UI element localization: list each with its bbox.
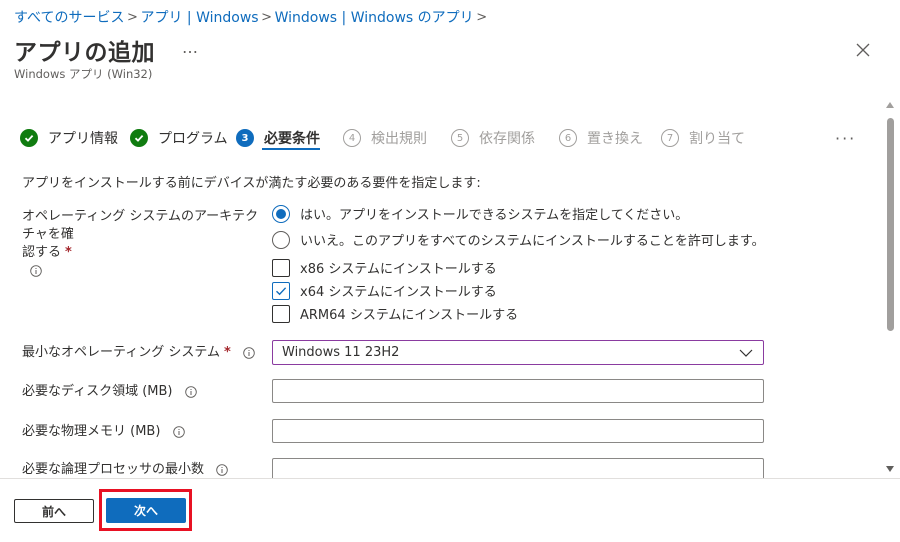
required-asterisk: * <box>223 345 231 360</box>
x64-checkbox[interactable] <box>272 281 290 300</box>
architecture-label: オペレーティング システムのアーキテクチャを確 認する * <box>22 208 262 280</box>
close-icon[interactable] <box>851 38 875 62</box>
min-processors-label: 必要な論理プロセッサの最小数 <box>22 461 228 479</box>
step-number-6: 6 <box>559 129 577 147</box>
previous-button[interactable]: 前へ <box>14 499 94 523</box>
chevron-down-icon <box>739 347 753 362</box>
next-button[interactable]: 次へ <box>106 498 186 523</box>
tab-assignments[interactable]: 7 割り当て <box>661 128 745 148</box>
more-options-button[interactable]: … <box>182 38 199 57</box>
info-icon[interactable] <box>184 385 197 398</box>
min-os-label: 最小なオペレーティング システム * <box>22 344 255 362</box>
step-label: 置き換え <box>587 131 643 147</box>
step-label: 依存関係 <box>479 131 535 147</box>
required-asterisk: * <box>65 245 72 260</box>
scrollbar-thumb[interactable] <box>887 118 894 331</box>
step-label: 割り当て <box>689 131 745 147</box>
min-processors-input[interactable] <box>272 458 764 480</box>
physical-memory-label: 必要な物理メモリ (MB) <box>22 423 185 441</box>
x86-checkbox-row[interactable]: x86 システムにインストールする <box>272 258 497 277</box>
step-number-3: 3 <box>236 129 254 147</box>
checkmark-circle-icon <box>20 129 38 147</box>
tab-supersedence[interactable]: 6 置き換え <box>559 128 643 148</box>
step-label: 必要条件 <box>264 131 320 147</box>
active-step-indicator <box>262 148 320 150</box>
arm64-checkbox[interactable] <box>272 304 290 323</box>
breadcrumb: すべてのサービス > アプリ | Windows > Windows | Win… <box>14 7 490 27</box>
tab-program[interactable]: プログラム <box>130 128 228 148</box>
step-label: プログラム <box>158 131 228 147</box>
info-icon[interactable] <box>172 425 185 438</box>
chevron-right-icon: > <box>261 9 273 25</box>
scroll-up-arrow-icon[interactable] <box>886 102 894 108</box>
x64-checkbox-row[interactable]: x64 システムにインストールする <box>272 281 497 300</box>
radio-button[interactable] <box>272 230 290 249</box>
x86-checkbox[interactable] <box>272 258 290 277</box>
architecture-radio-no[interactable]: いいえ。このアプリをすべてのシステムにインストールすることを許可します。 <box>272 230 765 249</box>
arm64-checkbox-row[interactable]: ARM64 システムにインストールする <box>272 304 518 323</box>
chevron-right-icon: > <box>127 9 138 25</box>
step-number-4: 4 <box>343 129 361 147</box>
requirements-intro: アプリをインストールする前にデバイスが満たす必要のある要件を指定します: <box>22 176 481 191</box>
info-icon[interactable] <box>243 346 255 359</box>
checkmark-circle-icon <box>130 129 148 147</box>
wizard-steps: アプリ情報 プログラム 3 必要条件 4 検出規則 5 依存関係 6 置き換え … <box>20 128 860 150</box>
step-number-7: 7 <box>661 129 679 147</box>
radio-button[interactable] <box>272 204 290 223</box>
chevron-right-icon: > <box>476 9 488 25</box>
min-os-dropdown[interactable]: Windows 11 23H2 <box>272 340 764 365</box>
page-subtitle: Windows アプリ (Win32) <box>14 67 153 81</box>
step-number-5: 5 <box>451 129 469 147</box>
breadcrumb-apps-windows[interactable]: アプリ | Windows <box>140 7 258 27</box>
breadcrumb-windows-apps[interactable]: Windows | Windows のアプリ <box>275 7 474 27</box>
physical-memory-input[interactable] <box>272 419 764 443</box>
info-icon[interactable] <box>30 264 42 277</box>
tab-requirements[interactable]: 3 必要条件 <box>236 128 320 148</box>
disk-space-label: 必要なディスク領域 (MB) <box>22 383 197 401</box>
scroll-down-arrow-icon[interactable] <box>886 466 894 472</box>
breadcrumb-all-services[interactable]: すべてのサービス <box>14 7 124 27</box>
info-icon[interactable] <box>216 463 228 476</box>
step-label: 検出規則 <box>371 131 427 147</box>
page-title: アプリの追加 <box>14 40 155 66</box>
step-label: アプリ情報 <box>48 131 118 147</box>
tab-dependencies[interactable]: 5 依存関係 <box>451 128 535 148</box>
tab-detection-rules[interactable]: 4 検出規則 <box>343 128 427 148</box>
more-steps-button[interactable]: ··· <box>835 129 856 148</box>
checkmark-icon <box>276 286 287 295</box>
architecture-radio-yes[interactable]: はい。アプリをインストールできるシステムを指定してください。 <box>272 204 688 223</box>
disk-space-input[interactable] <box>272 379 764 403</box>
tab-app-info[interactable]: アプリ情報 <box>20 128 118 148</box>
